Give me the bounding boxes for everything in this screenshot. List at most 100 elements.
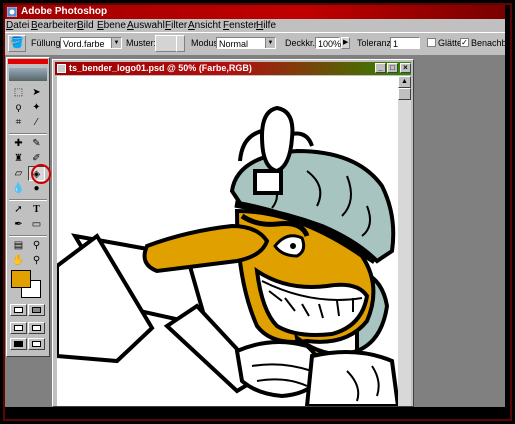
jump-to-imageready-button[interactable] [28,338,45,350]
menu-ebene[interactable]: Ebene [97,19,126,32]
quickmask-mode-button[interactable] [28,304,45,316]
tolerance-value: 1 [393,39,399,49]
menu-datei[interactable]: Datei [6,19,29,32]
path-selection-tool[interactable]: ➚ [10,202,27,217]
lasso-tool[interactable]: ϙ [10,100,27,115]
menu-auswahl[interactable]: Auswahl [127,19,165,32]
toolbox-header[interactable] [8,59,48,64]
marquee-tool[interactable]: ⬚ [10,85,27,100]
menu-filter[interactable]: Filter [165,19,187,32]
rectangle-icon: ▭ [31,219,42,230]
vertical-scrollbar[interactable]: ▲ [398,76,411,406]
fill-select[interactable]: Vord.farbe ▼ [60,37,122,49]
move-icon: ➤ [32,87,41,98]
pattern-label: Muster: [126,38,157,48]
menu-bild[interactable]: Bild [77,19,94,32]
eraser-icon: ▱ [14,168,23,179]
paint-bucket-icon: 🪣 [10,37,24,49]
eyedropper-tool[interactable]: ⚲ [28,238,45,253]
brush-icon: ✎ [32,138,41,149]
screen-mode-icon [14,325,23,331]
standard-mode-button[interactable] [10,304,27,316]
crop-icon: ⌗ [15,117,22,128]
screen-mode-icon [14,341,23,347]
menu-hilfe[interactable]: Hilfe [256,19,276,32]
move-tool[interactable]: ➤ [28,85,45,100]
document-titlebar[interactable]: ts_bender_logo01.psd @ 50% (Farbe,RGB) _… [55,62,411,75]
dodge-icon: ● [33,183,40,194]
screen-mode-full-menu[interactable] [28,322,45,334]
tool-preset-picker[interactable]: 🪣 [8,35,26,52]
magnifier-icon: ⚲ [32,255,41,266]
pen-tool[interactable]: ✒ [10,217,27,232]
contiguous-label: Benachbart [471,38,505,48]
antialias-checkbox[interactable] [427,38,436,47]
crop-tool[interactable]: ⌗ [10,115,27,130]
droplet-icon: 💧 [12,183,25,194]
app-title: Adobe Photoshop [21,6,108,17]
eyedropper-icon: ⚲ [32,240,41,251]
app-titlebar: Adobe Photoshop [5,5,505,19]
menu-fenster[interactable]: Fenster [223,19,257,32]
mode-value: Normal [219,39,249,49]
arrow-icon: ➚ [14,204,23,215]
close-button[interactable]: × [400,63,411,73]
hand-tool[interactable]: ✋ [10,253,27,268]
notes-tool[interactable]: ▤ [10,238,27,253]
screen-mode-full[interactable] [10,338,27,350]
close-icon: × [403,63,408,72]
rectangle-tool[interactable]: ▭ [28,217,45,232]
mode-select[interactable]: Normal ▼ [216,37,276,49]
maximize-icon: □ [390,63,395,72]
tool-highlight-circle [31,164,51,184]
head-mirror [259,105,295,174]
pen-icon: ✒ [14,219,23,230]
minimize-button[interactable]: _ [375,63,386,73]
slice-tool[interactable]: ⁄ [28,115,45,130]
image-canvas[interactable] [57,76,398,406]
tolerance-field[interactable]: 1 [390,37,420,49]
standard-mode-icon [14,307,23,313]
fill-label: Füllung: [31,38,64,48]
bandage-icon: ✚ [14,138,23,149]
contiguous-checkbox[interactable]: ✓ [460,38,469,47]
toolbox-divider [9,199,47,201]
opacity-slider-button[interactable]: ▶ [341,37,350,49]
clone-stamp-tool[interactable]: ♜ [10,151,27,166]
type-tool[interactable]: T [28,202,45,217]
imageready-icon [32,341,41,347]
menu-bearbeiten[interactable]: Bearbeiten [31,19,79,32]
document-icon [57,64,66,73]
screen-mode-icon [32,325,41,331]
opacity-field[interactable]: 100% [315,37,341,49]
note-icon: ▤ [13,240,24,251]
screen-mode-standard[interactable] [10,322,27,334]
slice-icon: ⁄ [35,117,38,128]
scrollbar-thumb[interactable] [398,88,411,100]
bender-illustration [57,105,398,406]
arrow-up-icon: ▲ [401,78,408,85]
toolbox-logo[interactable] [9,68,47,81]
type-icon: T [33,204,40,215]
toolbox: ⬚ ➤ ϙ ✦ ⌗ ⁄ ✚ ✎ ♜ ✐ ▱ ◈ 💧 ● ➚ T ✒ ▭ ▤ ⚲ … [6,57,50,357]
magic-wand-icon: ✦ [32,102,41,113]
scroll-up-button[interactable]: ▲ [398,76,411,88]
history-brush-icon: ✐ [32,153,41,164]
chevron-down-icon: ▼ [111,38,121,48]
maximize-button[interactable]: □ [387,63,398,73]
toolbox-divider [9,235,47,237]
blur-tool[interactable]: 💧 [10,181,27,196]
chevron-down-icon: ▼ [265,38,275,48]
brush-tool[interactable]: ✎ [28,136,45,151]
foreground-color-swatch[interactable] [11,270,31,288]
zoom-tool[interactable]: ⚲ [28,253,45,268]
marquee-icon: ⬚ [13,87,24,98]
menu-ansicht[interactable]: Ansicht [188,19,221,32]
quickmask-mode-icon [32,307,41,313]
healing-brush-tool[interactable]: ✚ [10,136,27,151]
opacity-label: Deckkr.: [285,38,318,48]
document-title: ts_bender_logo01.psd @ 50% (Farbe,RGB) [69,63,252,73]
pattern-dropdown-button[interactable] [176,35,185,52]
magic-wand-tool[interactable]: ✦ [28,100,45,115]
eraser-tool[interactable]: ▱ [10,166,27,181]
